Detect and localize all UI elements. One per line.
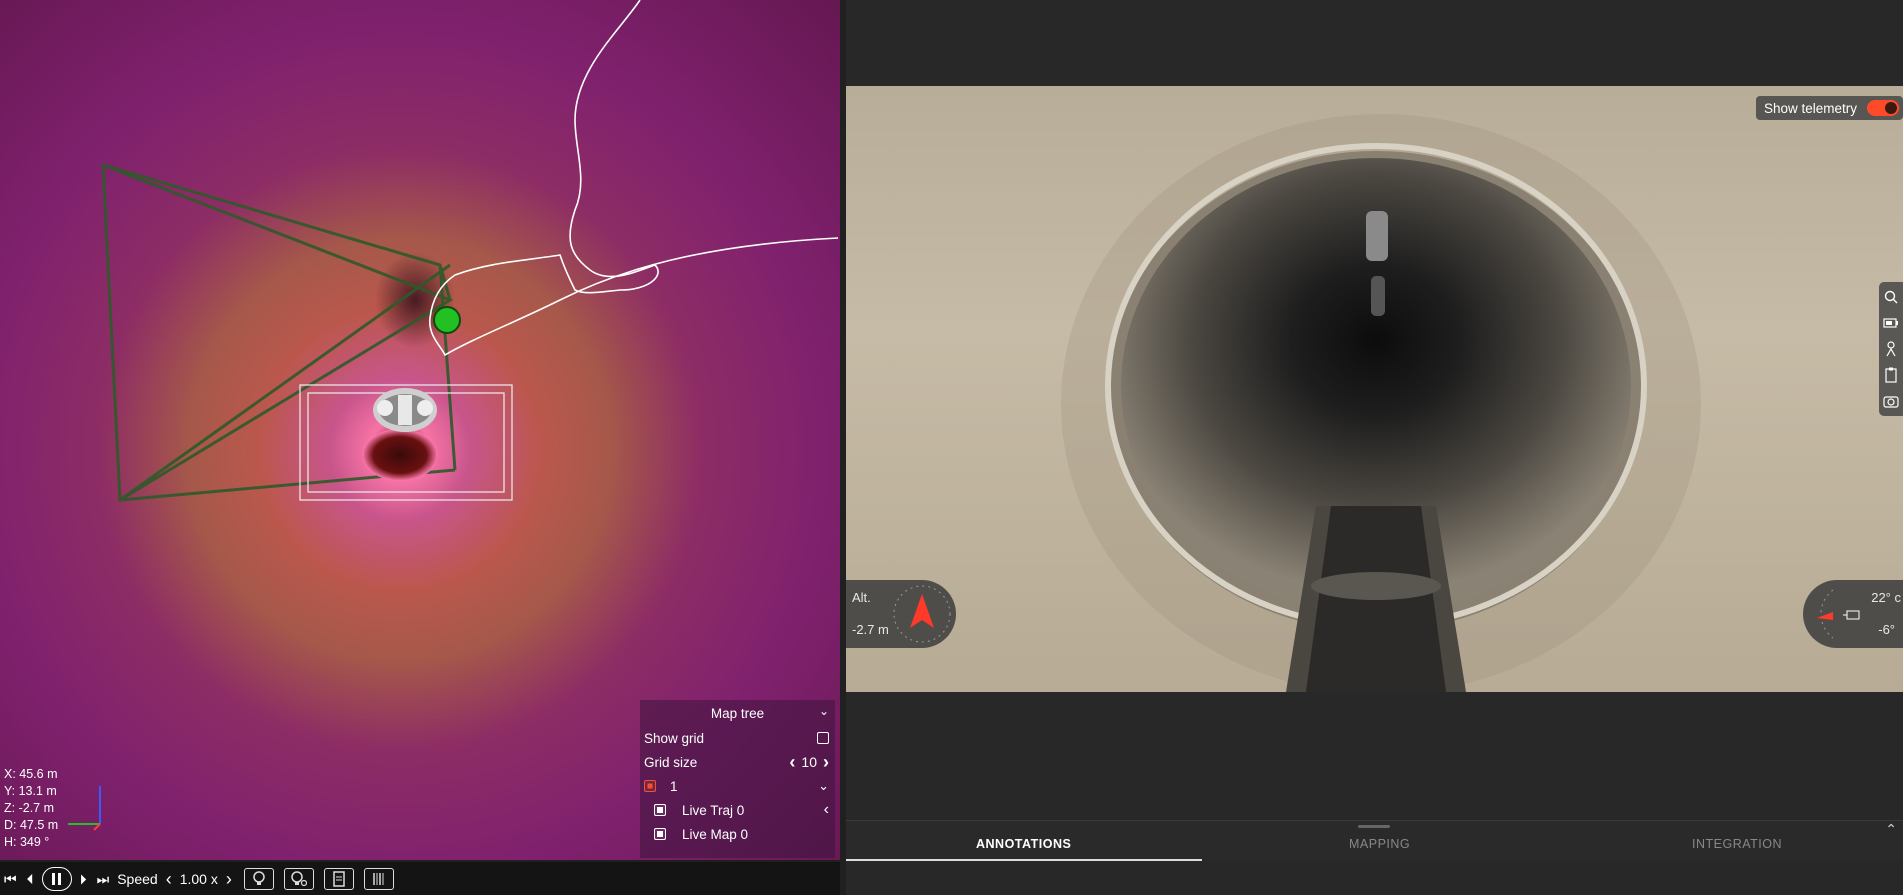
drag-handle[interactable]: [1358, 825, 1390, 828]
coord-h: H: 349 °: [4, 835, 50, 849]
temperature-value: 22° c: [1871, 590, 1901, 605]
show-grid-row: Show grid: [644, 727, 829, 749]
bottom-tabbar: ⌃ ANNOTATIONS MAPPING INTEGRATION: [846, 820, 1903, 861]
bulb-settings-icon[interactable]: [283, 867, 314, 890]
skip-back-icon[interactable]: ⏮: [2, 872, 19, 886]
live-traj-label: Live Traj 0: [682, 802, 745, 818]
speed-increase-icon[interactable]: ›: [224, 870, 234, 888]
map-tree-panel[interactable]: Map tree ⌄ Show grid Grid size ‹ 10 › 1 …: [640, 700, 835, 858]
tilt-value: -6°: [1878, 622, 1895, 637]
altitude-label: Alt.: [852, 590, 871, 605]
camera-icon[interactable]: [1882, 390, 1900, 412]
altitude-gauge: Alt. -2.7 m: [846, 580, 956, 648]
hole-ring: [362, 429, 438, 481]
live-traj-row[interactable]: Live Traj 0 ‹: [654, 799, 829, 821]
step-back-icon[interactable]: ⏴: [25, 872, 36, 886]
grid-size-label: Grid size: [644, 754, 698, 770]
pipe-image: [1061, 114, 1701, 692]
camera-panel: Show telemetry Alt. -2.7 m 22° c -6° ⌃ A…: [846, 0, 1903, 895]
speed-value: 1.00 x: [179, 870, 218, 887]
altitude-value: -2.7 m: [852, 622, 889, 637]
axis-gizmo-icon: [68, 786, 101, 831]
show-telemetry-toggle[interactable]: Show telemetry: [1755, 96, 1903, 120]
chevron-up-icon[interactable]: ⌃: [1885, 821, 1897, 838]
coord-d: D: 47.5 m: [4, 818, 59, 832]
grid-size-stepper[interactable]: ‹ 10 ›: [789, 753, 829, 771]
side-toolbar: [1879, 282, 1903, 416]
telemetry-switch[interactable]: [1867, 100, 1899, 116]
step-forward-icon[interactable]: ⏵: [78, 872, 89, 886]
map-tree-header[interactable]: Map tree ⌄: [640, 704, 835, 721]
chevron-left-icon[interactable]: ‹: [824, 801, 829, 819]
chevron-down-icon[interactable]: ⌄: [818, 778, 829, 794]
tab-integration[interactable]: INTEGRATION: [1692, 837, 1782, 851]
trajectory-line: [429, 0, 839, 357]
battery-icon[interactable]: [1882, 312, 1900, 334]
coord-x: X: 45.6 m: [4, 767, 58, 781]
show-grid-label: Show grid: [644, 730, 705, 746]
chevron-left-icon[interactable]: ‹: [789, 753, 795, 771]
grid-size-row: Grid size ‹ 10 ›: [644, 751, 829, 773]
robot-model: [373, 388, 437, 432]
coord-y: Y: 13.1 m: [4, 784, 57, 798]
live-map-label: Live Map 0: [682, 826, 749, 842]
pause-icon[interactable]: [41, 866, 72, 891]
layer-checkbox[interactable]: [644, 780, 656, 792]
chevron-down-icon[interactable]: ⌄: [819, 704, 829, 718]
playback-toolbar: ⏮ ⏴ ⏵ ⏭ Speed ‹ 1.00 x ›: [0, 862, 840, 895]
speed-decrease-icon[interactable]: ‹: [164, 870, 174, 888]
show-telemetry-label: Show telemetry: [1763, 100, 1857, 116]
tab-annotations[interactable]: ANNOTATIONS: [976, 837, 1071, 851]
position-marker[interactable]: [433, 306, 461, 334]
speed-label: Speed: [117, 870, 158, 887]
tab-mapping[interactable]: MAPPING: [1349, 837, 1410, 851]
coordinate-readout: X: 45.6 m Y: 13.1 m Z: -2.7 m D: 47.5 m …: [4, 766, 58, 851]
map-view[interactable]: X: 45.6 m Y: 13.1 m Z: -2.7 m D: 47.5 m …: [0, 0, 840, 860]
layer-row[interactable]: 1 ⌄: [644, 775, 829, 797]
skip-forward-icon[interactable]: ⏭: [95, 872, 112, 886]
live-map-checkbox[interactable]: [654, 828, 666, 840]
layer-label: 1: [670, 778, 678, 794]
zoom-icon[interactable]: [1882, 286, 1900, 308]
grid-size-value: 10: [801, 754, 817, 770]
live-traj-checkbox[interactable]: [654, 804, 666, 816]
document-icon[interactable]: [323, 867, 354, 890]
active-tab-indicator: [846, 859, 1202, 861]
clipboard-icon[interactable]: [1882, 364, 1900, 386]
live-map-row[interactable]: Live Map 0: [654, 823, 829, 845]
barcode-icon[interactable]: [363, 867, 394, 890]
diver-icon[interactable]: [1882, 338, 1900, 360]
chevron-right-icon[interactable]: ›: [823, 753, 829, 771]
camera-feed[interactable]: [846, 86, 1903, 692]
temperature-gauge: 22° c -6°: [1803, 580, 1903, 648]
bulb-icon[interactable]: [243, 867, 274, 890]
show-grid-checkbox[interactable]: [817, 732, 829, 744]
compass-arrow-icon: [893, 585, 951, 643]
coord-z: Z: -2.7 m: [4, 801, 55, 815]
map-tree-title: Map tree: [710, 706, 765, 721]
